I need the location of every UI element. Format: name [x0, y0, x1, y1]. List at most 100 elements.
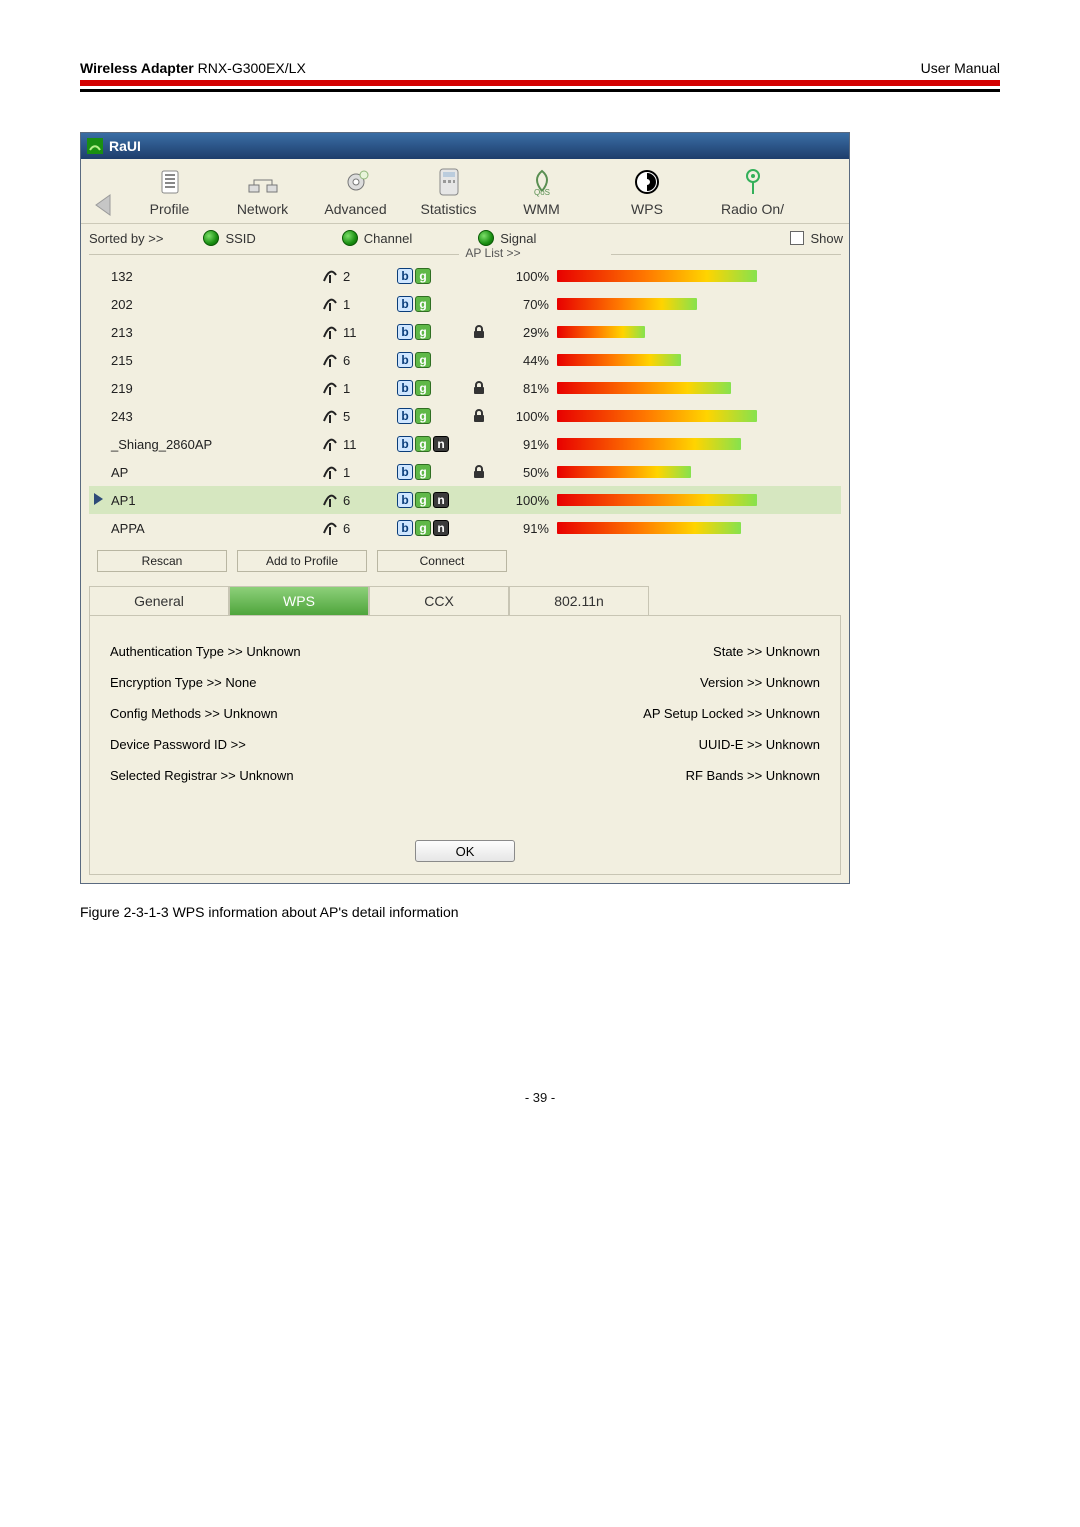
ap-row[interactable]: 2021bg 70%: [89, 290, 841, 318]
tab-wps[interactable]: WPS: [229, 586, 369, 615]
ap-row[interactable]: AP16bgn100%: [89, 486, 841, 514]
ap-row[interactable]: AP1bg50%: [89, 458, 841, 486]
ap-channel: 1: [317, 458, 393, 486]
toolbar-wps[interactable]: WPS: [588, 165, 706, 217]
ap-row[interactable]: 2435bg100%: [89, 402, 841, 430]
toolbar-radio[interactable]: Radio On/: [706, 165, 799, 217]
ap-signal-bar: [553, 430, 841, 458]
wps-version: Version >> Unknown: [450, 667, 820, 698]
ap-channel: 1: [317, 290, 393, 318]
mode-badge-b: b: [397, 408, 413, 424]
titlebar: RaUI: [81, 133, 849, 159]
ap-row[interactable]: 2156bg44%: [89, 346, 841, 374]
sort-channel[interactable]: Channel: [342, 230, 412, 246]
ap-encryption: [469, 430, 493, 458]
ap-row[interactable]: 1322bg100%: [89, 262, 841, 290]
tab-80211n[interactable]: 802.11n: [509, 586, 649, 615]
wps-config-methods: Config Methods >> Unknown: [110, 698, 410, 729]
ok-button[interactable]: OK: [415, 840, 515, 862]
header-rule: [80, 89, 1000, 92]
sort-signal[interactable]: Signal: [478, 230, 536, 246]
raui-window: RaUI Profile Network: [80, 132, 850, 884]
selected-marker: [89, 430, 107, 458]
add-to-profile-button[interactable]: Add to Profile: [237, 550, 367, 572]
wps-icon: [590, 165, 704, 199]
toolbar-statistics[interactable]: Statistics: [402, 165, 495, 217]
ap-row[interactable]: APPA6bgn91%: [89, 514, 841, 542]
lock-icon: [473, 325, 489, 339]
ap-channel: 11: [317, 430, 393, 458]
toolbar-wmm[interactable]: QoS WMM: [495, 165, 588, 217]
selected-marker: [89, 262, 107, 290]
selected-marker: [89, 318, 107, 346]
ap-list-label: AP List >>: [81, 248, 849, 262]
ap-encryption: [469, 514, 493, 542]
doc-type: User Manual: [921, 60, 1000, 76]
mode-badge-g: g: [415, 520, 431, 536]
mode-badge-g: g: [415, 352, 431, 368]
rescan-button[interactable]: Rescan: [97, 550, 227, 572]
ap-modes: bgn: [393, 430, 469, 458]
ap-signal-percent: 70%: [493, 290, 553, 318]
ap-ssid: APPA: [107, 514, 317, 542]
tab-ccx[interactable]: CCX: [369, 586, 509, 615]
antenna-icon: [321, 408, 339, 424]
toolbar-profile[interactable]: Profile: [123, 165, 216, 217]
ap-ssid: AP: [107, 458, 317, 486]
mode-badge-g: g: [415, 324, 431, 340]
mode-badge-b: b: [397, 352, 413, 368]
ap-channel: 6: [317, 486, 393, 514]
show-checkbox[interactable]: Show: [790, 231, 843, 246]
sort-ssid[interactable]: SSID: [203, 230, 255, 246]
ap-row[interactable]: 21311bg29%: [89, 318, 841, 346]
selected-marker: [89, 514, 107, 542]
ap-modes: bg: [393, 262, 469, 290]
qos-icon: QoS: [497, 165, 586, 199]
mode-badge-b: b: [397, 380, 413, 396]
ap-ssid: 215: [107, 346, 317, 374]
selected-marker: [89, 346, 107, 374]
mode-badge-g: g: [415, 296, 431, 312]
selected-marker: [89, 458, 107, 486]
wps-ap-setup-locked: AP Setup Locked >> Unknown: [450, 698, 820, 729]
toolbar-network[interactable]: Network: [216, 165, 309, 217]
ap-encryption: [469, 290, 493, 318]
network-icon: [218, 165, 307, 199]
wps-uuid-e: UUID-E >> Unknown: [450, 729, 820, 760]
ap-row[interactable]: 2191bg81%: [89, 374, 841, 402]
toolbar-advanced[interactable]: Advanced: [309, 165, 402, 217]
ap-ssid: 202: [107, 290, 317, 318]
ap-modes: bg: [393, 346, 469, 374]
ap-encryption: [469, 262, 493, 290]
checkbox-icon: [790, 231, 804, 245]
wps-rf-bands: RF Bands >> Unknown: [450, 760, 820, 791]
tab-general[interactable]: General: [89, 586, 229, 615]
ap-row[interactable]: _Shiang_2860AP11bgn91%: [89, 430, 841, 458]
connect-button[interactable]: Connect: [377, 550, 507, 572]
ap-ssid: 132: [107, 262, 317, 290]
ap-encryption: [469, 318, 493, 346]
mode-badge-n: n: [433, 436, 449, 452]
ap-list: 1322bg100%2021bg70%21311bg29%2156bg44%21…: [81, 262, 849, 542]
mode-badge-n: n: [433, 492, 449, 508]
mode-badge-g: g: [415, 380, 431, 396]
mode-badge-b: b: [397, 492, 413, 508]
mode-badge-g: g: [415, 492, 431, 508]
product-name: Wireless Adapter: [80, 60, 194, 76]
mode-badge-b: b: [397, 296, 413, 312]
radio-dot-icon: [478, 230, 494, 246]
ap-signal-percent: 100%: [493, 486, 553, 514]
mode-badge-b: b: [397, 268, 413, 284]
sort-bar: Sorted by >> SSID Channel Signal Show: [81, 224, 849, 246]
back-button[interactable]: [83, 193, 123, 217]
selected-marker: [89, 402, 107, 430]
page-number: - 39 -: [80, 1090, 1000, 1105]
ap-signal-bar: [553, 346, 841, 374]
mode-badge-g: g: [415, 464, 431, 480]
lock-icon: [473, 465, 489, 479]
mode-badge-g: g: [415, 408, 431, 424]
mode-badge-g: g: [415, 268, 431, 284]
ap-channel: 6: [317, 346, 393, 374]
sorted-by-label: Sorted by >>: [89, 231, 163, 246]
ap-signal-bar: [553, 402, 841, 430]
